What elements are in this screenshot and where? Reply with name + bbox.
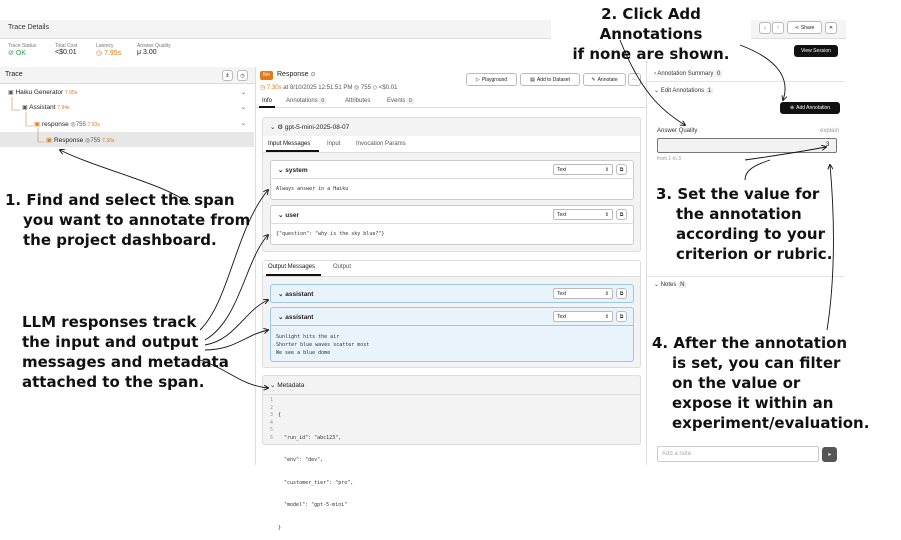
callout-arrows <box>0 39 834 465</box>
